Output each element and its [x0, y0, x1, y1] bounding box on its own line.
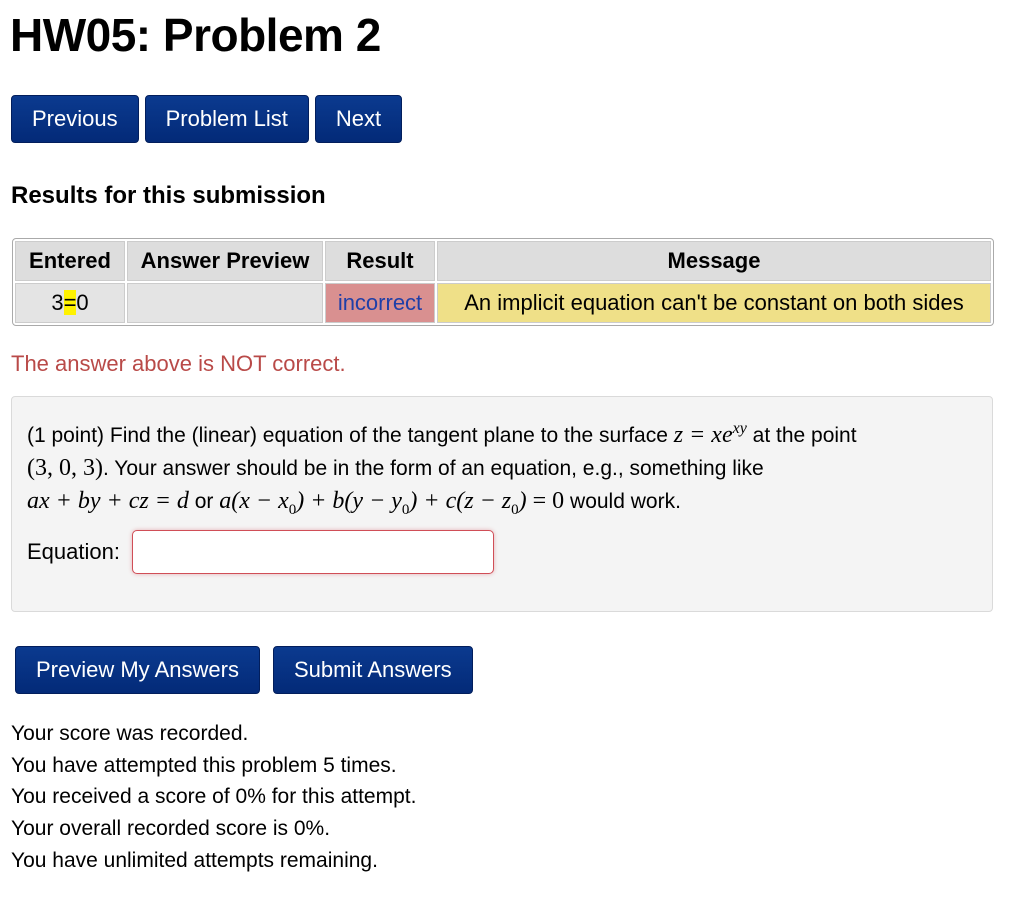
problem-text-5: would work. — [564, 490, 681, 513]
status-overall-score: Your overall recorded score is 0%. — [11, 817, 331, 841]
results-row: 3=0 incorrect An implicit equation can't… — [15, 283, 991, 323]
equation-row: Equation: — [27, 530, 494, 574]
previous-button[interactable]: Previous — [11, 95, 139, 143]
answer-preview-cell — [127, 283, 323, 323]
status-remaining: You have unlimited attempts remaining. — [11, 848, 378, 872]
math-form-1: ax + by + cz = d — [27, 488, 189, 514]
equation-input[interactable] — [131, 530, 494, 574]
answer-actions: Preview My Answers Submit Answers — [15, 646, 473, 694]
result-cell: incorrect — [325, 283, 435, 323]
preview-answers-button[interactable]: Preview My Answers — [15, 646, 260, 694]
score-status: Your score was recorded. You have attemp… — [11, 718, 416, 877]
status-attempt-score: You received a score of 0% for this atte… — [11, 785, 417, 809]
problem-statement: (1 point) Find the (linear) equation of … — [27, 413, 977, 526]
results-table: Entered Answer Preview Result Message 3=… — [12, 238, 994, 326]
problem-text-2: at the point — [746, 424, 857, 447]
problem-list-button[interactable]: Problem List — [144, 95, 309, 143]
status-attempts: You have attempted this problem 5 times. — [11, 753, 397, 777]
problem-text-4: or — [188, 490, 220, 513]
results-header-row: Entered Answer Preview Result Message — [15, 241, 991, 281]
submit-answers-button[interactable]: Submit Answers — [272, 646, 473, 694]
problem-text-1: Find the (linear) equation of the tangen… — [104, 424, 674, 447]
problem-points: (1 point) — [27, 424, 105, 447]
entered-right: 0 — [76, 290, 89, 315]
message-cell: An implicit equation can't be constant o… — [437, 283, 991, 323]
problem-text-3: . Your answer should be in the form of a… — [102, 457, 764, 480]
verdict-message: The answer above is NOT correct. — [11, 351, 346, 376]
header-result: Result — [325, 241, 435, 281]
next-button[interactable]: Next — [314, 95, 403, 143]
problem-navigation: Previous Problem List Next — [11, 95, 403, 143]
math-form-2: a(x − x0) + b(y − y0) + c(z − z0) = 0 — [219, 488, 565, 518]
entered-highlight: = — [63, 290, 77, 315]
page-title: HW05: Problem 2 — [10, 9, 381, 61]
header-entered: Entered — [15, 241, 125, 281]
results-heading: Results for this submission — [11, 182, 326, 209]
entered-left: 3 — [51, 290, 64, 315]
equation-label: Equation: — [27, 539, 120, 564]
math-surface-base: z = xe — [673, 422, 733, 448]
header-answer-preview: Answer Preview — [127, 241, 323, 281]
problem-box: (1 point) Find the (linear) equation of … — [11, 396, 993, 612]
entered-cell: 3=0 — [15, 283, 125, 323]
math-point: (3, 0, 3) — [27, 455, 103, 481]
math-surface: z = xexy — [673, 420, 747, 448]
math-surface-exponent: xy — [732, 420, 747, 437]
header-message: Message — [437, 241, 991, 281]
status-recorded: Your score was recorded. — [11, 722, 249, 745]
